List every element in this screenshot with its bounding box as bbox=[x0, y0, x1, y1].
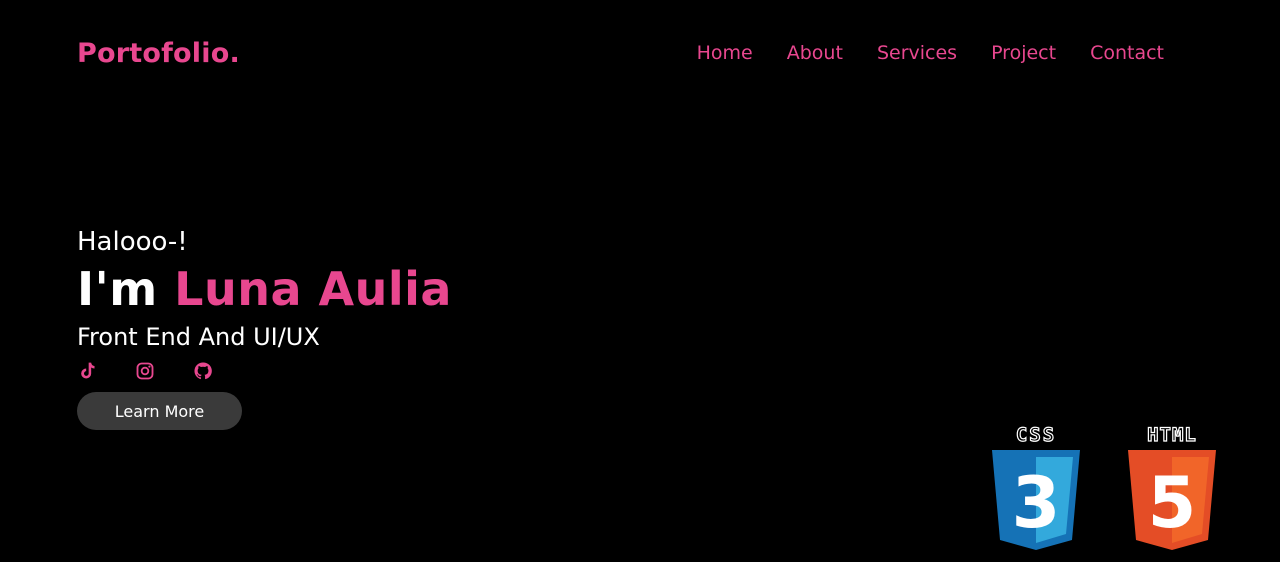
hero-section: Halooo-! I'm Luna Aulia Front End And UI… bbox=[77, 226, 452, 430]
nav-home[interactable]: Home bbox=[697, 42, 753, 64]
nav-contact[interactable]: Contact bbox=[1090, 42, 1164, 64]
github-link[interactable] bbox=[193, 361, 213, 381]
learn-more-button[interactable]: Learn More bbox=[77, 392, 242, 430]
tiktok-icon bbox=[81, 362, 95, 379]
portfolio-page: Portofolio. Home About Services Project … bbox=[0, 0, 1280, 562]
instagram-link[interactable] bbox=[135, 361, 155, 381]
hero-heading: I'm Luna Aulia bbox=[77, 262, 452, 316]
hero-greeting: Halooo-! bbox=[77, 227, 188, 257]
css3-logo: CSS 3 bbox=[988, 424, 1084, 552]
css3-number: 3 bbox=[1012, 462, 1061, 544]
nav-project[interactable]: Project bbox=[991, 42, 1056, 64]
hero-name: Luna Aulia bbox=[174, 262, 452, 316]
nav-about[interactable]: About bbox=[787, 42, 843, 64]
social-links bbox=[77, 360, 452, 382]
html5-label: HTML bbox=[1147, 424, 1197, 446]
tiktok-link[interactable] bbox=[77, 361, 97, 381]
html5-logo: HTML 5 bbox=[1124, 424, 1220, 552]
main-nav: Home About Services Project Contact bbox=[697, 42, 1164, 64]
logo[interactable]: Portofolio. bbox=[77, 38, 240, 69]
github-icon bbox=[194, 362, 212, 380]
instagram-icon bbox=[136, 362, 154, 380]
hero-role: Front End And UI/UX bbox=[77, 323, 320, 351]
css3-label: CSS bbox=[1016, 424, 1056, 446]
nav-services[interactable]: Services bbox=[877, 42, 957, 64]
html5-number: 5 bbox=[1148, 462, 1197, 544]
hero-intro: I'm bbox=[77, 262, 175, 316]
